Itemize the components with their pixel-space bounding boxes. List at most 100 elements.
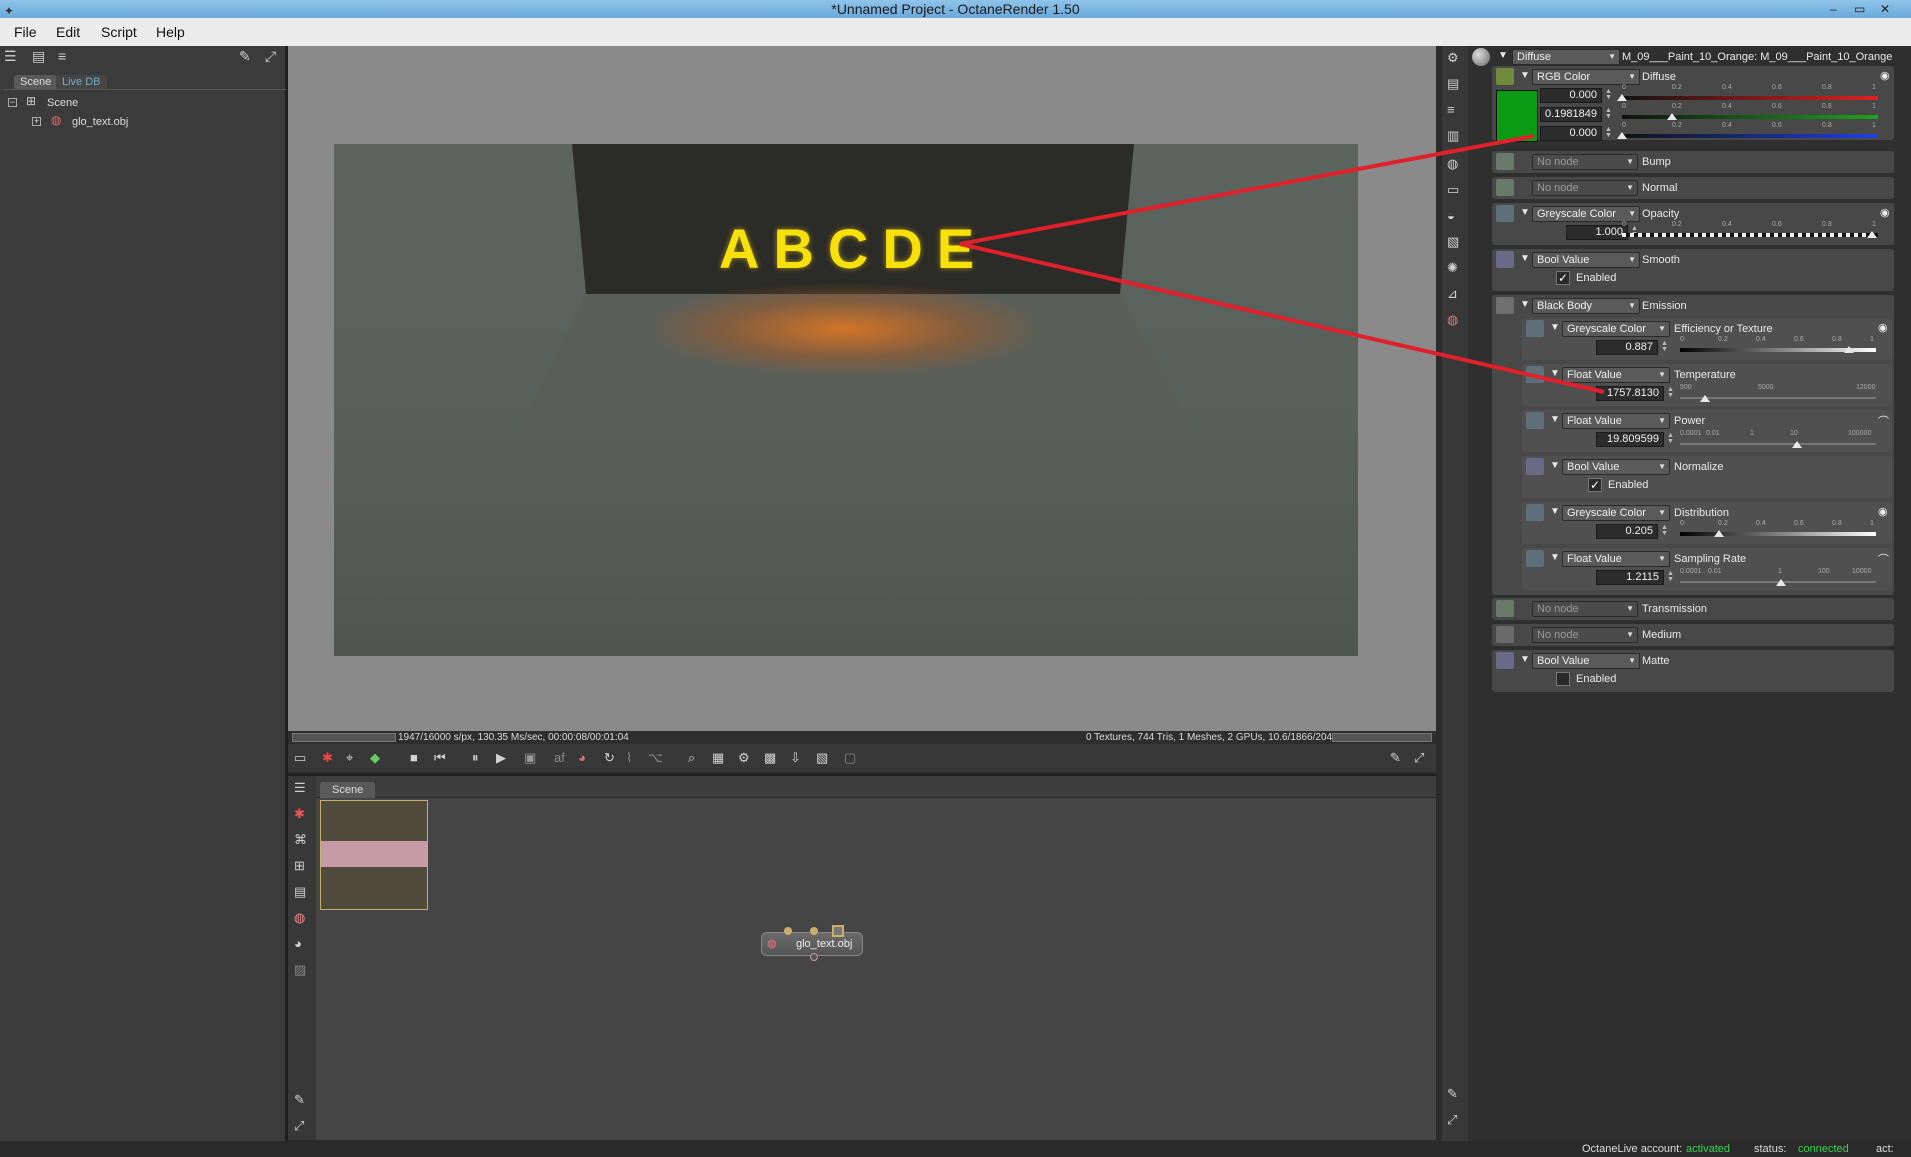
diffuse-node-dropdown[interactable]: RGB Color ▼ <box>1532 69 1640 85</box>
matte-checkbox[interactable] <box>1556 672 1570 686</box>
efficiency-node-dropdown[interactable]: Greyscale Color ▼ <box>1562 321 1670 337</box>
inspector-layers-icon[interactable]: ▤ <box>1447 76 1459 92</box>
node-input-pin-1[interactable] <box>784 927 792 935</box>
collapse-efficiency-icon[interactable]: ▼ <box>1550 322 1560 333</box>
diffuse-channel-bar[interactable] <box>1622 96 1878 100</box>
collapse-emission-icon[interactable]: ▼ <box>1520 299 1530 310</box>
temperature-slider-thumb[interactable] <box>1700 395 1710 402</box>
greyscale-thumb[interactable] <box>1867 231 1877 238</box>
normalize-checkbox[interactable]: ✓ <box>1588 478 1602 492</box>
diffuse-channel-thumb[interactable] <box>1617 94 1627 101</box>
collapse-temperature-icon[interactable]: ▼ <box>1550 368 1560 379</box>
pause-render-icon[interactable]: ⏸ <box>472 750 479 766</box>
diffuse-channel-thumb[interactable] <box>1617 132 1627 139</box>
graph-camera-icon[interactable]: ⌘ <box>294 832 307 848</box>
sampling-curve-icon[interactable]: ⌒ <box>1878 551 1889 567</box>
inspector-render-icon[interactable]: ⚙ <box>1447 50 1459 66</box>
save-image-icon[interactable]: ▩ <box>764 750 776 766</box>
efficiency-value[interactable]: 0.887 <box>1596 340 1658 355</box>
opacity-node-dropdown[interactable]: Greyscale Color ▼ <box>1532 206 1640 222</box>
opacity-value[interactable]: 1.000 <box>1566 225 1628 240</box>
medium-node-dropdown[interactable]: No node ▼ <box>1532 627 1638 643</box>
tree-item-glo-text[interactable]: glo_text.obj <box>72 114 128 130</box>
layers-icon[interactable]: ▤ <box>32 48 45 65</box>
mesh-node-glo-text[interactable]: ◍ glo_text.obj <box>761 925 863 961</box>
render-viewport[interactable]: ABCDE <box>288 46 1436 731</box>
power-slider-track[interactable] <box>1680 443 1876 445</box>
tree-item-scene[interactable]: Scene <box>47 95 78 111</box>
inspector-light-icon[interactable]: ✺ <box>1447 260 1458 276</box>
diffuse-channel-bar[interactable] <box>1622 115 1878 119</box>
focus-picker-icon[interactable]: ⌖ <box>346 750 353 766</box>
efficiency-spinner[interactable]: ▲ ▼ <box>1661 340 1668 353</box>
tree-expand-toggle[interactable]: + <box>32 117 41 126</box>
menu-help[interactable]: Help <box>156 24 185 40</box>
power-spinner[interactable]: ▲ ▼ <box>1667 432 1674 445</box>
region-icon[interactable]: ⌇ <box>626 750 632 766</box>
graph-outliner-icon[interactable]: ☰ <box>294 780 306 796</box>
restore-button[interactable]: ▭ <box>1854 0 1865 18</box>
tab-graph-scene[interactable]: Scene <box>320 782 376 798</box>
distribution-spinner[interactable]: ▲ ▼ <box>1661 524 1668 537</box>
diffuse-r-spinner[interactable]: ▲ ▼ <box>1605 88 1612 101</box>
emission-node-dropdown[interactable]: Black Body ▼ <box>1532 298 1640 314</box>
inspector-fullscreen-icon[interactable]: ⤢ <box>1447 1112 1457 1128</box>
sampling-slider-thumb[interactable] <box>1776 579 1786 586</box>
collapse-distribution-icon[interactable]: ▼ <box>1550 506 1560 517</box>
collapse-matte-icon[interactable]: ▼ <box>1520 654 1530 665</box>
menu-edit[interactable]: Edit <box>56 24 80 40</box>
lock-icon[interactable]: ▢ <box>844 750 856 766</box>
close-button[interactable]: ✕ <box>1880 0 1890 18</box>
collapse-smooth-icon[interactable]: ▼ <box>1520 253 1530 264</box>
node-preview-thumbnail[interactable] <box>320 800 428 910</box>
inspector-wrench-icon[interactable]: ✎ <box>1447 1086 1458 1102</box>
smooth-checkbox[interactable]: ✓ <box>1556 271 1570 285</box>
graph-wrench-icon[interactable]: ✎ <box>294 1092 305 1108</box>
camera-view-icon[interactable]: ▭ <box>294 750 306 766</box>
power-curve-icon[interactable]: ⌒ <box>1878 413 1889 429</box>
diffuse-g-value[interactable]: 0.1981849 <box>1540 107 1602 122</box>
tab-live-db[interactable]: Live DB <box>56 75 107 89</box>
graph-fullscreen-icon[interactable]: ⤢ <box>294 1118 304 1134</box>
inspector-material-icon[interactable]: ◍ <box>1447 156 1458 172</box>
distribution-eye-icon[interactable]: ◉ <box>1878 505 1888 518</box>
graph-material-icon[interactable]: ◕ <box>294 936 302 951</box>
inspector-env-icon[interactable]: ◒ <box>1447 208 1455 223</box>
matte-node-dropdown[interactable]: Bool Value ▼ <box>1532 653 1640 669</box>
graph-render-icon[interactable]: ✱ <box>294 806 305 822</box>
inspector-texture-icon[interactable]: ▧ <box>1447 234 1459 250</box>
sampling-spinner[interactable]: ▲ ▼ <box>1667 570 1674 583</box>
inspector-image-icon[interactable]: ▥ <box>1447 128 1459 144</box>
region-render-icon[interactable]: ▦ <box>712 750 724 766</box>
temperature-value[interactable]: 1757.8130 <box>1596 386 1664 401</box>
menu-file[interactable]: File <box>14 24 37 40</box>
minimize-button[interactable]: – <box>1830 0 1837 18</box>
diffuse-channel-thumb[interactable] <box>1666 113 1677 120</box>
af-icon[interactable]: af <box>554 750 565 765</box>
diffuse-b-spinner[interactable]: ▲ ▼ <box>1605 126 1612 139</box>
graph-group-icon[interactable]: ⊞ <box>294 858 305 874</box>
greyscale-bar[interactable] <box>1680 532 1876 536</box>
menu-script[interactable]: Script <box>101 24 137 40</box>
inspector-monitor-icon[interactable]: ▭ <box>1447 182 1459 198</box>
greyscale-thumb[interactable] <box>1713 530 1724 537</box>
node-graph-editor[interactable]: ☰ ✱ ⌘ ⊞ ▤ ◍ ◕ ▨ ✎ ⤢ Scene ◍ glo_text.obj <box>288 774 1436 1140</box>
diffuse-color-swatch[interactable] <box>1496 90 1538 142</box>
greyscale-thumb[interactable] <box>1843 346 1854 353</box>
refresh-icon[interactable]: ↻ <box>604 750 615 766</box>
zoom-icon[interactable]: ⌕ <box>688 750 695 766</box>
diffuse-b-value[interactable]: 0.000 <box>1540 126 1602 141</box>
start-render-icon[interactable]: ▶ <box>496 750 506 766</box>
tree-collapse-toggle[interactable]: − <box>8 98 17 107</box>
graph-mesh-icon[interactable]: ◍ <box>294 910 305 926</box>
node-input-pin-3[interactable] <box>832 925 844 937</box>
reset-camera-icon[interactable]: ✱ <box>322 750 333 766</box>
power-node-dropdown[interactable]: Float Value ▼ <box>1562 413 1670 429</box>
realtime-icon[interactable]: ▣ <box>524 750 536 766</box>
snapshot-icon[interactable]: ▧ <box>816 750 828 766</box>
node-output-pin[interactable] <box>810 953 818 961</box>
restart-render-icon[interactable]: ⏮ <box>434 750 446 766</box>
outliner-icon[interactable]: ☰ <box>4 48 17 65</box>
collapse-opacity-icon[interactable]: ▼ <box>1520 207 1530 218</box>
bump-node-dropdown[interactable]: No node ▼ <box>1532 154 1638 170</box>
